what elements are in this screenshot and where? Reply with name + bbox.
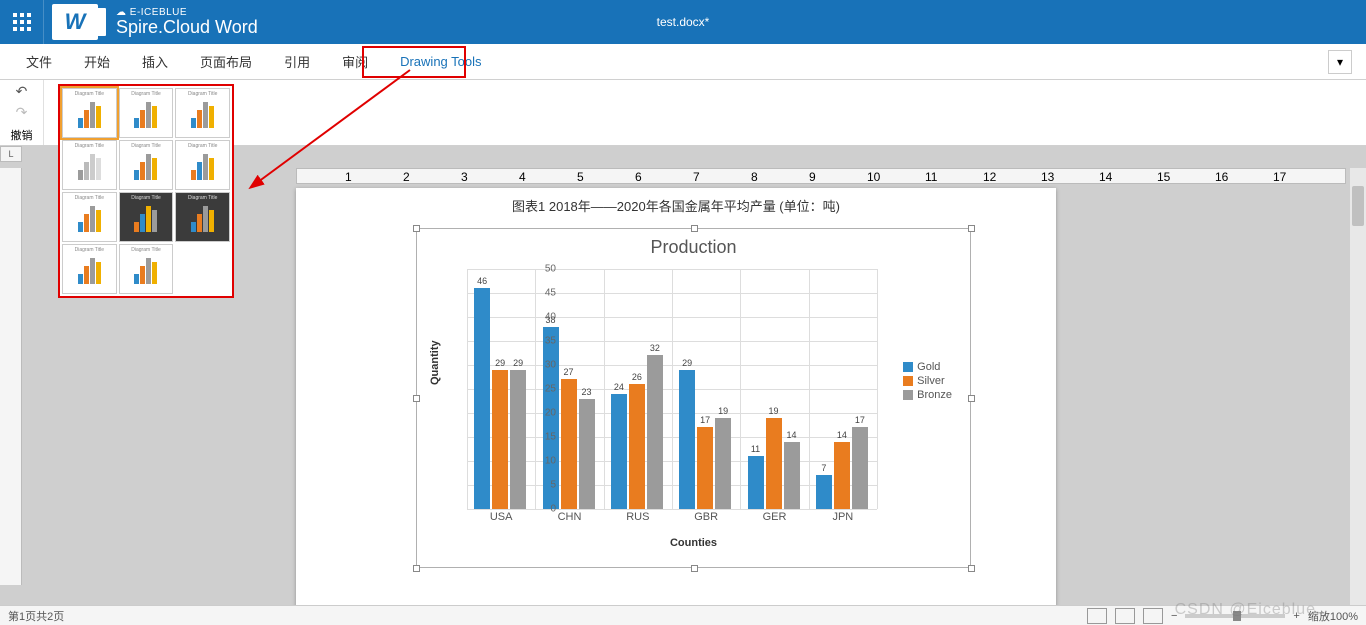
zoom-label: 缩放100% — [1308, 608, 1358, 624]
chart-style-thumb-5[interactable]: Diagram Title — [175, 140, 230, 190]
resize-handle[interactable] — [968, 395, 975, 402]
bar-RUS-Gold: 24 — [611, 394, 627, 509]
resize-handle[interactable] — [413, 565, 420, 572]
chart-style-thumb-8[interactable]: Diagram Title — [175, 192, 230, 242]
bar-JPN-Bronze: 17 — [852, 427, 868, 509]
bar-RUS-Silver: 26 — [629, 384, 645, 509]
chart-object[interactable]: Production 46292938272324263229171911191… — [416, 228, 971, 568]
zoom-minus-icon[interactable]: − — [1171, 610, 1177, 622]
resize-handle[interactable] — [968, 565, 975, 572]
horizontal-ruler: 1234567891011121314151617 — [296, 168, 1346, 184]
document-page[interactable]: 图表1 2018年——2020年各国金属年平均产量 (单位：吨) Product… — [296, 188, 1056, 608]
menu-references[interactable]: 引用 — [268, 44, 326, 79]
category-label: GBR — [694, 511, 718, 523]
category-label: CHN — [558, 511, 582, 523]
zoom-slider[interactable] — [1185, 614, 1285, 618]
undo-label: 撤销 — [11, 127, 33, 143]
chart-style-thumb-6[interactable]: Diagram Title — [62, 192, 117, 242]
brand-small: ☁ E-ICEBLUE — [116, 7, 258, 18]
redo-icon[interactable]: ↷ — [16, 104, 28, 121]
page-indicator: 第1页共2页 — [8, 608, 64, 624]
chart-style-thumb-1[interactable]: Diagram Title — [119, 88, 174, 138]
chart-styles-gallery: Diagram TitleDiagram TitleDiagram TitleD… — [58, 84, 234, 298]
chart-style-thumb-3[interactable]: Diagram Title — [62, 140, 117, 190]
resize-handle[interactable] — [413, 225, 420, 232]
ruler-corner: L — [0, 146, 22, 162]
chart-style-thumb-9[interactable]: Diagram Title — [62, 244, 117, 294]
bar-GER-Bronze: 14 — [784, 442, 800, 509]
plot-area: 46292938272324263229171911191471417 — [467, 269, 877, 509]
zoom-plus-icon[interactable]: + — [1293, 610, 1299, 622]
bar-RUS-Bronze: 32 — [647, 355, 663, 509]
chart-style-thumb-7[interactable]: Diagram Title — [119, 192, 174, 242]
resize-handle[interactable] — [968, 225, 975, 232]
view-mode-icon-1[interactable] — [1087, 608, 1107, 624]
chart-style-thumb-10[interactable]: Diagram Title — [119, 244, 174, 294]
undo-icon[interactable]: ↶ — [16, 83, 28, 100]
legend-item-Silver: Silver — [903, 375, 952, 387]
bar-USA-Gold: 46 — [474, 288, 490, 509]
bar-GBR-Gold: 29 — [679, 370, 695, 509]
bar-JPN-Gold: 7 — [816, 475, 832, 509]
legend-item-Bronze: Bronze — [903, 389, 952, 401]
x-axis-label: Counties — [417, 537, 970, 549]
title-bar: W ☁ E-ICEBLUE Spire.Cloud Word test.docx… — [0, 0, 1366, 44]
vertical-scrollbar[interactable] — [1350, 168, 1366, 605]
resize-handle[interactable] — [691, 225, 698, 232]
legend-item-Gold: Gold — [903, 361, 952, 373]
chart-caption: 图表1 2018年——2020年各国金属年平均产量 (单位：吨) — [296, 188, 1056, 223]
bar-CHN-Silver: 27 — [561, 379, 577, 509]
bar-USA-Silver: 29 — [492, 370, 508, 509]
app-grid-icon[interactable] — [0, 0, 44, 44]
menu-layout[interactable]: 页面布局 — [184, 44, 268, 79]
chart-legend: Gold Silver Bronze — [903, 359, 952, 403]
options-dropdown-icon[interactable]: ▾ — [1328, 50, 1352, 74]
resize-handle[interactable] — [413, 395, 420, 402]
bar-GBR-Silver: 17 — [697, 427, 713, 509]
category-label: JPN — [832, 511, 853, 523]
brand-block: ☁ E-ICEBLUE Spire.Cloud Word — [116, 7, 258, 38]
menu-home[interactable]: 开始 — [68, 44, 126, 79]
resize-handle[interactable] — [691, 565, 698, 572]
bar-GBR-Bronze: 19 — [715, 418, 731, 509]
vertical-ruler — [0, 168, 22, 585]
scrollbar-thumb[interactable] — [1352, 186, 1364, 226]
menu-review[interactable]: 审阅 — [326, 44, 384, 79]
bar-JPN-Silver: 14 — [834, 442, 850, 509]
category-label: GER — [763, 511, 787, 523]
menu-file[interactable]: 文件 — [10, 44, 68, 79]
category-label: RUS — [626, 511, 649, 523]
bar-GER-Gold: 11 — [748, 456, 764, 509]
zoom-slider-thumb[interactable] — [1233, 611, 1241, 621]
bar-USA-Bronze: 29 — [510, 370, 526, 509]
document-title: test.docx* — [657, 15, 710, 29]
menu-insert[interactable]: 插入 — [126, 44, 184, 79]
view-mode-icon-3[interactable] — [1143, 608, 1163, 624]
undo-group: ↶ ↷ 撤销 — [0, 80, 44, 145]
status-bar: 第1页共2页 − + 缩放100% — [0, 605, 1366, 625]
chart-style-thumb-2[interactable]: Diagram Title — [175, 88, 230, 138]
chart-style-thumb-4[interactable]: Diagram Title — [119, 140, 174, 190]
word-logo-icon: W — [52, 4, 98, 40]
category-label: USA — [490, 511, 513, 523]
bar-GER-Silver: 19 — [766, 418, 782, 509]
chart-style-thumb-0[interactable]: Diagram Title — [62, 88, 117, 138]
brand-big: Spire.Cloud Word — [116, 18, 258, 38]
bar-CHN-Bronze: 23 — [579, 399, 595, 509]
chart-title: Production — [417, 229, 970, 262]
view-mode-icon-2[interactable] — [1115, 608, 1135, 624]
menu-bar: 文件 开始 插入 页面布局 引用 审阅 Drawing Tools ▾ — [0, 44, 1366, 80]
menu-drawing-tools[interactable]: Drawing Tools — [384, 44, 497, 79]
y-axis-label: Quantity — [429, 340, 441, 385]
